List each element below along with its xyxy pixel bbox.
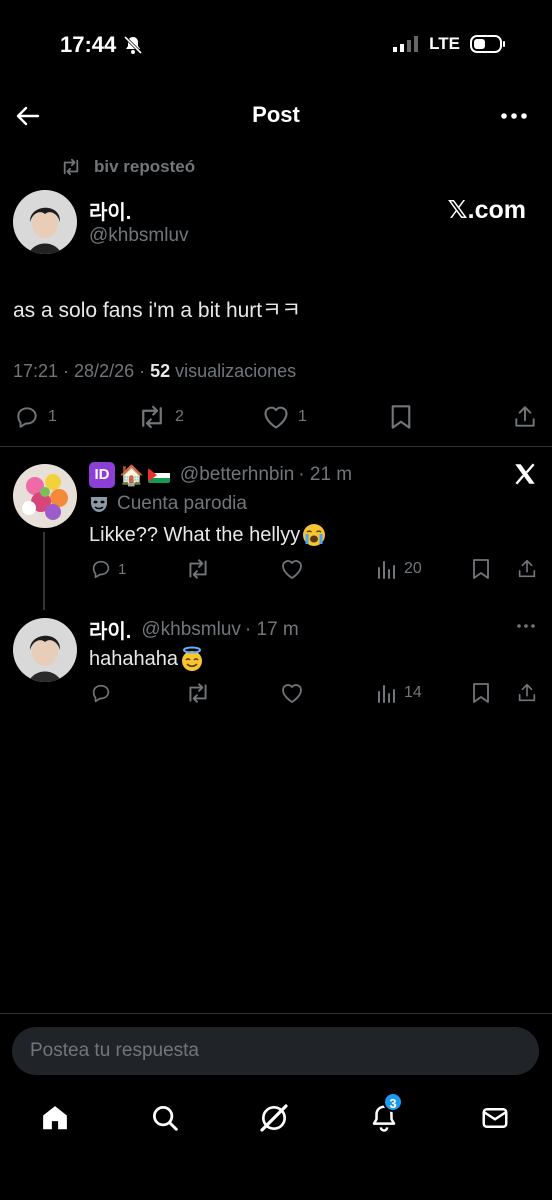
nav-messages[interactable] <box>473 1096 517 1140</box>
mask-icon <box>91 497 107 512</box>
reply-input[interactable] <box>12 1027 539 1075</box>
views-icon <box>378 685 395 703</box>
repost-button[interactable]: 2 <box>137 404 184 430</box>
reply-icon <box>92 560 110 579</box>
reply-header: 라이. @khbsmluv · 17 m <box>89 615 299 644</box>
share-button[interactable] <box>516 558 538 580</box>
bookmark-icon <box>391 405 411 429</box>
divider <box>0 1013 552 1014</box>
reply-text-row: Likke?? What the hellyy <box>89 523 326 547</box>
more-icon[interactable] <box>501 111 527 121</box>
share-icon <box>518 683 536 702</box>
bookmark-button[interactable] <box>471 682 491 704</box>
reply-text-row: hahahaha <box>89 646 205 672</box>
page-title: Post <box>252 102 300 127</box>
reply-header: ID 🏠 @betterhnbin · 21 m <box>89 462 352 488</box>
reply-icon <box>17 407 37 428</box>
bookmark-button[interactable] <box>389 404 413 430</box>
bookmark-icon <box>473 683 489 703</box>
bookmark-button[interactable] <box>471 558 491 580</box>
thread-line <box>43 532 45 610</box>
id-emoji-icon: ID <box>89 462 115 488</box>
repost-button[interactable] <box>185 558 211 580</box>
repost-icon <box>142 405 162 429</box>
post-meta: 17:21 · 28/2/26 · 52 visualizaciones <box>13 361 296 382</box>
x-logo-icon <box>512 461 538 487</box>
grok-icon <box>260 1104 288 1132</box>
like-icon <box>282 560 302 579</box>
nav-home[interactable] <box>33 1096 77 1140</box>
nav-search[interactable] <box>143 1096 187 1140</box>
repost-icon <box>189 683 207 703</box>
bookmark-icon <box>473 559 489 579</box>
views-button[interactable]: 14 <box>376 682 422 704</box>
repost-icon <box>189 559 207 579</box>
reply-author-name[interactable]: 라이. <box>89 615 131 644</box>
reply-button[interactable]: 1 <box>90 558 126 580</box>
share-icon <box>515 406 535 427</box>
author-handle[interactable]: @khbsmluv <box>89 225 189 247</box>
parody-label: Cuenta parodia <box>89 493 247 515</box>
share-icon <box>518 559 536 578</box>
share-button[interactable] <box>512 404 538 430</box>
reply-text: hahahaha <box>89 647 178 670</box>
repost-context[interactable]: biv reposteó <box>60 157 195 177</box>
like-icon <box>282 684 302 703</box>
reply-button[interactable]: 1 <box>14 404 57 430</box>
views-label: visualizaciones <box>170 361 297 381</box>
reply-icon <box>92 684 110 703</box>
reply-time: · 17 m <box>244 618 299 640</box>
network-type: LTE <box>429 34 460 53</box>
reply-handle[interactable]: @betterhnbin <box>180 464 294 486</box>
palestine-flag-icon <box>147 467 170 483</box>
like-button[interactable] <box>280 682 304 704</box>
home-icon <box>43 1106 67 1130</box>
mute-bell-icon <box>123 35 143 55</box>
divider <box>0 446 552 447</box>
nav-notifications[interactable]: 3 <box>362 1092 406 1140</box>
house-emoji-icon: 🏠 <box>119 463 144 487</box>
like-button[interactable] <box>280 558 304 580</box>
more-icon[interactable] <box>516 623 536 629</box>
status-time: 17:44 <box>60 32 117 57</box>
post-text: as a solo fans i'm a bit hurtㅋㅋ <box>13 299 301 322</box>
avatar[interactable] <box>13 618 77 682</box>
source-label: 𝕏.com <box>447 196 527 224</box>
reply-button[interactable] <box>90 682 112 704</box>
author-name[interactable]: 라이. <box>89 196 131 225</box>
mail-icon <box>482 1108 508 1128</box>
halo-smile-icon <box>181 646 202 671</box>
status-indicators: LTE <box>393 34 506 54</box>
share-button[interactable] <box>516 682 538 704</box>
crying-face-icon <box>303 524 326 546</box>
like-icon <box>264 406 288 429</box>
views-count: 52 <box>150 361 171 381</box>
reply-time: · 21 m <box>298 464 353 485</box>
like-button[interactable]: 1 <box>262 404 307 430</box>
repost-icon <box>63 158 79 176</box>
bottom-nav: 3 <box>0 1092 552 1142</box>
battery-icon <box>470 35 505 53</box>
reply-composer[interactable] <box>12 1027 539 1075</box>
reply-handle[interactable]: @khbsmluv <box>141 619 241 641</box>
reply-text: Likke?? What the hellyy <box>89 523 301 546</box>
avatar[interactable] <box>13 190 77 254</box>
repost-text: biv reposteó <box>94 157 196 176</box>
views-icon <box>378 561 395 579</box>
repost-button[interactable] <box>185 682 211 704</box>
notification-badge: 3 <box>383 1092 403 1112</box>
views-button[interactable]: 20 <box>376 558 422 580</box>
post-timestamp: 17:21 · 28/2/26 · <box>13 361 151 381</box>
nav-grok[interactable] <box>252 1096 296 1140</box>
signal-icon <box>393 36 419 52</box>
avatar[interactable] <box>13 464 77 528</box>
search-icon <box>153 1106 178 1131</box>
